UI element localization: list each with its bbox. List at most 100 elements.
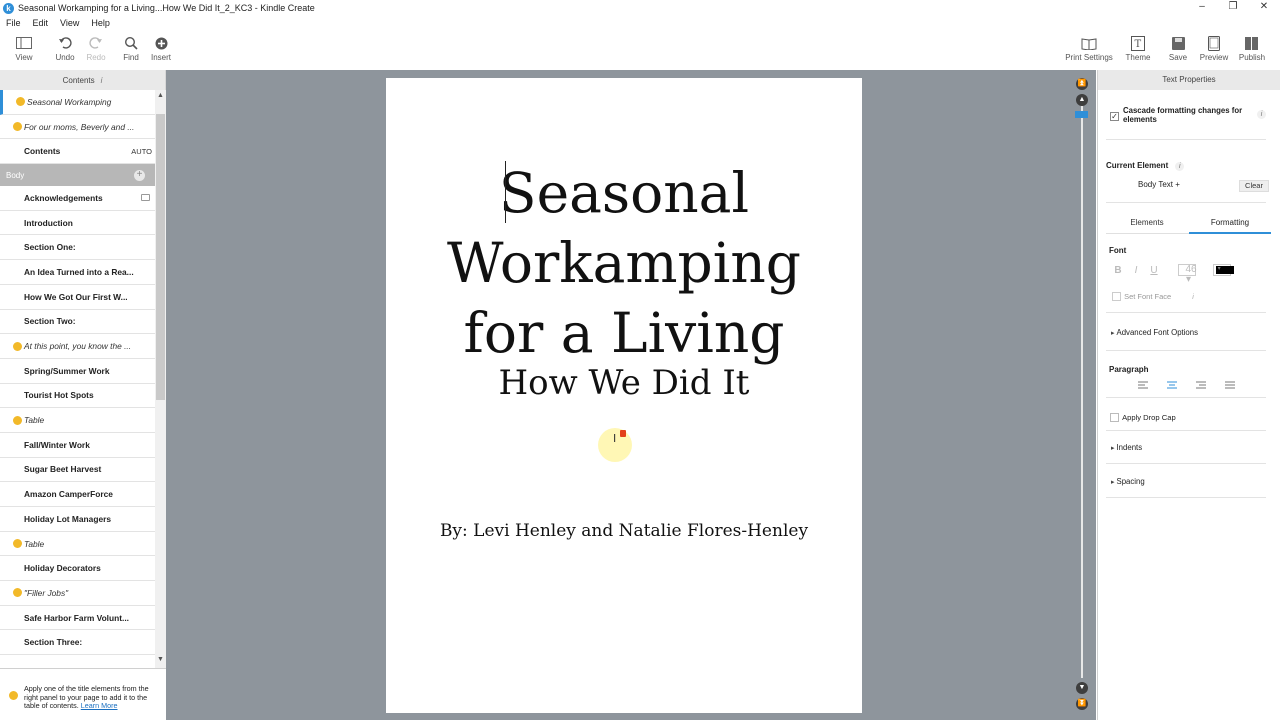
page-slider-thumb[interactable] (1075, 111, 1088, 118)
menu-edit[interactable]: Edit (33, 18, 49, 28)
toc-item[interactable]: Section One: (0, 235, 155, 261)
info-icon[interactable]: i (1175, 162, 1185, 171)
font-size-select[interactable]: 46 ▾ (1178, 264, 1197, 285)
underline-button[interactable]: U (1145, 265, 1163, 276)
align-left-button[interactable] (1128, 379, 1157, 391)
last-page-icon[interactable]: ⏬ (1076, 698, 1088, 710)
toc-item[interactable]: Fall/Winter Work (0, 433, 155, 458)
toc-item[interactable]: Contents AUTO (0, 139, 155, 165)
toc-item[interactable]: Table (0, 408, 155, 433)
toc-item-label: Safe Harbor Farm Volunt... (24, 612, 130, 623)
menu-bar: File Edit View Help (0, 16, 1280, 29)
info-icon[interactable]: i (1192, 294, 1194, 301)
set-font-face-label: Set Font Face (1124, 292, 1172, 301)
toc-item[interactable]: Holiday Decorators (0, 556, 155, 582)
caret-right-icon: ▸ (1111, 479, 1115, 486)
italic-button[interactable]: I (1127, 265, 1145, 276)
page-slider-track[interactable] (1081, 106, 1083, 678)
title-line: Workamping (447, 231, 801, 295)
find-button[interactable]: Find (120, 33, 142, 67)
align-center-button[interactable] (1157, 379, 1186, 391)
insert-button[interactable]: Insert (149, 33, 173, 67)
contents-panel: Contents i Seasonal Workamping For our mo… (0, 70, 166, 720)
toc-item[interactable]: Amazon CamperForce (0, 482, 155, 507)
toc-section-header[interactable]: Body + (0, 164, 155, 187)
theme-icon: T (1131, 33, 1145, 53)
toc-item[interactable]: Section Three: (0, 630, 155, 656)
drop-cap-checkbox[interactable] (1110, 412, 1119, 422)
align-justify-button[interactable] (1215, 379, 1244, 391)
window-title: Seasonal Workamping for a Living...How W… (18, 3, 315, 13)
menu-view[interactable]: View (60, 18, 79, 28)
toc-item[interactable]: Seasonal Workamping (0, 90, 155, 115)
title-line: for a Living (463, 301, 785, 365)
close-button[interactable]: ✕ (1248, 0, 1280, 16)
editor-canvas: Seasonal Workamping for a Living How We … (166, 70, 1096, 720)
first-page-icon[interactable]: ⏫ (1076, 78, 1088, 90)
toc-item[interactable]: "Filler Jobs" (0, 581, 155, 606)
toc-item-label: At this point, you know the ... (24, 341, 132, 352)
title-element-dot-icon (13, 122, 22, 132)
info-icon[interactable]: i (1257, 110, 1266, 119)
toc-item[interactable]: At this point, you know the ... (0, 334, 155, 359)
toc-item[interactable]: For our moms, Beverly and ... (0, 115, 155, 140)
toc-item-label: Tourist Hot Spots (24, 390, 94, 401)
toc-item[interactable]: Holiday Lot Managers (0, 507, 155, 532)
add-section-icon[interactable]: + (134, 169, 145, 181)
align-right-button[interactable] (1186, 379, 1215, 391)
info-icon[interactable]: i (101, 76, 103, 85)
toc-item[interactable]: Safe Harbor Farm Volunt... (0, 606, 155, 631)
previous-page-icon[interactable]: ▲ (1076, 94, 1088, 106)
plus-circle-icon (155, 33, 168, 53)
toc-item-label: Introduction (24, 217, 73, 228)
undo-button[interactable]: Undo (53, 33, 77, 67)
toc-item[interactable]: Sugar Beet Harvest (0, 458, 155, 483)
scroll-up-icon[interactable]: ▲ (155, 92, 166, 99)
toc-item[interactable]: Table (0, 532, 155, 557)
toc-item[interactable]: Section Two: (0, 310, 155, 335)
toc-item[interactable]: Spring/Summer Work (0, 359, 155, 384)
save-button[interactable]: Save (1166, 33, 1190, 67)
preview-button[interactable]: Preview (1198, 33, 1230, 67)
contents-scrollbar[interactable]: ▲ ▼ (155, 90, 166, 668)
text-properties-header: Text Properties (1098, 70, 1280, 90)
menu-help[interactable]: Help (91, 18, 110, 28)
scrollbar-thumb[interactable] (156, 114, 165, 400)
current-element-value: Body Text + (1138, 180, 1180, 189)
clear-button[interactable]: Clear (1239, 180, 1269, 192)
book-subtitle[interactable]: How We Did It (386, 363, 862, 403)
toc-item-label: Holiday Lot Managers (24, 513, 112, 524)
toc-item[interactable]: Tourist Hot Spots (0, 384, 155, 409)
tab-formatting[interactable]: Formatting (1189, 214, 1271, 234)
font-color-picker[interactable]: ▾ (1213, 264, 1235, 277)
bold-button[interactable]: B (1109, 265, 1127, 276)
advanced-font-options[interactable]: ▸ Advanced Font Options (1111, 328, 1280, 337)
print-settings-button[interactable]: Print Settings (1062, 33, 1116, 67)
cascade-checkbox[interactable]: ✓ (1110, 111, 1119, 121)
theme-button[interactable]: T Theme (1124, 33, 1152, 67)
scroll-down-icon[interactable]: ▼ (155, 656, 166, 663)
set-font-face-checkbox[interactable] (1112, 291, 1121, 301)
title-element-dot-icon (13, 588, 22, 598)
tab-elements[interactable]: Elements (1106, 214, 1188, 234)
maximize-button[interactable]: ❐ (1217, 0, 1249, 16)
book-title[interactable]: Seasonal Workamping for a Living (386, 158, 862, 368)
publish-button[interactable]: Publish (1238, 33, 1266, 67)
book-page[interactable]: Seasonal Workamping for a Living How We … (386, 78, 862, 713)
toc-item[interactable]: How We Got Our First W... (0, 285, 155, 310)
menu-file[interactable]: File (6, 18, 21, 28)
properties-tabs: Elements Formatting (1106, 214, 1271, 234)
view-button[interactable]: View (12, 33, 36, 67)
book-author[interactable]: By: Levi Henley and Natalie Flores-Henle… (386, 521, 862, 541)
minimize-button[interactable]: – (1186, 0, 1218, 16)
next-page-icon[interactable]: ▼ (1076, 682, 1088, 694)
toc-item[interactable]: Introduction (0, 211, 155, 236)
kindle-create-app-icon: k (3, 2, 14, 14)
paragraph-label: Paragraph (1109, 365, 1149, 374)
indents-expander[interactable]: ▸ Indents (1111, 443, 1280, 452)
toc-item[interactable]: An Idea Turned into a Rea... (0, 260, 155, 285)
spacing-expander[interactable]: ▸ Spacing (1111, 477, 1280, 486)
learn-more-link[interactable]: Learn More (81, 701, 118, 710)
redo-button[interactable]: Redo (84, 33, 108, 67)
toc-item[interactable]: Acknowledgements (0, 186, 155, 211)
